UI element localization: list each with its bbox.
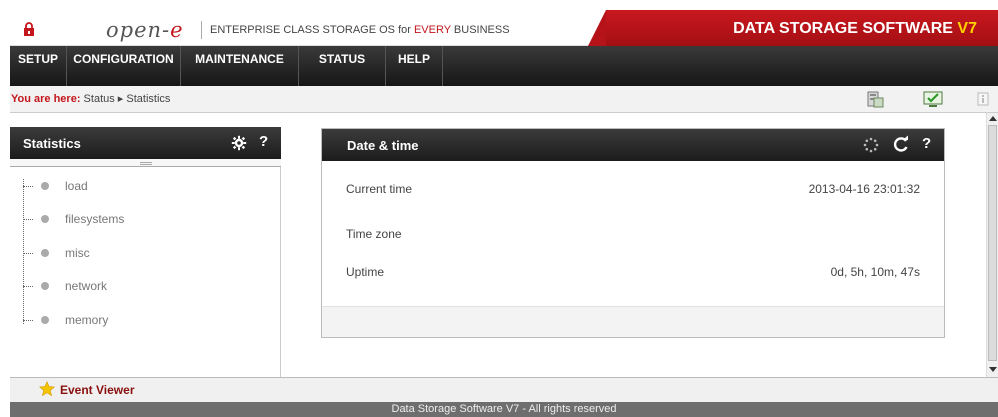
time-zone-row: Time zone (346, 227, 920, 245)
statistics-panel-header: Statistics ? (10, 127, 281, 159)
panel-splitter[interactable] (10, 159, 281, 167)
breadcrumb-label: You are here: (11, 93, 81, 105)
vertical-scrollbar[interactable] (986, 113, 998, 377)
main-menu: SETUP CONFIGURATION MAINTENANCE STATUS H… (10, 46, 998, 86)
tree-item-network[interactable]: network (10, 277, 281, 297)
uptime-value: 0d, 5h, 10m, 47s (830, 265, 920, 279)
menu-maintenance[interactable]: MAINTENANCE (181, 46, 299, 86)
gear-icon[interactable] (231, 135, 247, 151)
bullet-icon (41, 249, 49, 257)
date-time-title: Date & time (347, 138, 419, 153)
star-icon[interactable] (39, 381, 55, 397)
tree-branch (23, 186, 33, 187)
server-icon[interactable] (865, 89, 885, 109)
tagline-prefix: ENTERPRISE CLASS STORAGE OS for (210, 24, 414, 36)
footer-text: Data Storage Software V7 - All rights re… (391, 403, 617, 415)
bullet-icon (41, 182, 49, 190)
uptime-row: Uptime 0d, 5h, 10m, 47s (346, 265, 920, 283)
loading-spinner-icon (863, 137, 879, 153)
product-name-text: DATA STORAGE SOFTWARE (733, 20, 958, 37)
time-zone-label: Time zone (346, 227, 402, 241)
tagline-suffix: BUSINESS (450, 24, 510, 36)
tree-item-label: filesystems (65, 212, 125, 226)
breadcrumb: You are here: Status ▸ Statistics (11, 92, 170, 105)
menu-help[interactable]: HELP (386, 46, 443, 86)
logo: open-e (106, 18, 184, 42)
breadcrumb-statistics: Statistics (123, 93, 171, 105)
content-area: Date & time ? Current time 2013-04-16 23… (282, 113, 986, 377)
tree-item-label: memory (65, 313, 109, 327)
product-banner: DATA STORAGE SOFTWARE V7 (588, 10, 998, 46)
uptime-label: Uptime (346, 265, 385, 279)
bullet-icon (41, 316, 49, 324)
tree-branch (23, 320, 33, 321)
menu-configuration[interactable]: CONFIGURATION (67, 46, 181, 86)
lock-icon[interactable] (23, 22, 35, 36)
tree-item-load[interactable]: load (10, 177, 281, 197)
logo-e: e (170, 18, 184, 42)
current-time-label: Current time (346, 182, 413, 196)
date-time-header: Date & time ? (322, 129, 944, 161)
footer: Data Storage Software V7 - All rights re… (10, 402, 998, 417)
breadcrumb-status[interactable]: Status (81, 93, 118, 105)
logo-text: open- (106, 18, 171, 42)
date-time-help-icon[interactable]: ? (922, 135, 931, 152)
top-strip (0, 0, 998, 10)
app-window: open-e ENTERPRISE CLASS STORAGE OS for E… (0, 0, 998, 417)
tree-item-label: load (65, 179, 88, 193)
monitor-check-icon[interactable] (923, 89, 943, 109)
tagline: ENTERPRISE CLASS STORAGE OS for EVERY BU… (201, 21, 510, 39)
tree-item-filesystems[interactable]: filesystems (10, 210, 281, 230)
date-time-panel: Date & time ? Current time 2013-04-16 23… (321, 128, 945, 338)
tree-item-misc[interactable]: misc (10, 244, 281, 264)
statistics-help-icon[interactable]: ? (259, 133, 268, 150)
statistics-panel: Statistics ? load filesystems misc netwo… (10, 127, 281, 377)
tree-branch (23, 219, 33, 220)
info-icon[interactable] (973, 89, 993, 109)
menu-status[interactable]: STATUS (299, 46, 386, 86)
current-time-value: 2013-04-16 23:01:32 (808, 182, 920, 196)
bottom-bar: Event Viewer (10, 377, 998, 402)
scroll-down-icon[interactable] (989, 367, 997, 372)
scroll-up-icon[interactable] (989, 116, 997, 121)
header: open-e ENTERPRISE CLASS STORAGE OS for E… (10, 10, 998, 46)
product-name: DATA STORAGE SOFTWARE V7 (733, 20, 977, 38)
statistics-panel-title: Statistics (23, 136, 81, 151)
event-viewer-link[interactable]: Event Viewer (60, 383, 134, 397)
tree-item-memory[interactable]: memory (10, 311, 281, 331)
product-version: V7 (957, 20, 977, 37)
bullet-icon (41, 215, 49, 223)
tree-branch (23, 253, 33, 254)
date-time-footer (322, 306, 944, 337)
splitter-grip-icon[interactable] (140, 162, 152, 165)
breadcrumb-bar: You are here: Status ▸ Statistics (10, 86, 998, 113)
tagline-highlight: EVERY (413, 24, 451, 36)
refresh-icon[interactable] (893, 135, 909, 153)
menu-setup[interactable]: SETUP (10, 46, 67, 86)
tree-branch (23, 286, 33, 287)
current-time-row: Current time 2013-04-16 23:01:32 (346, 182, 920, 200)
bullet-icon (41, 282, 49, 290)
tree-item-label: network (65, 279, 108, 293)
scroll-thumb[interactable] (988, 125, 997, 361)
tree-item-label: misc (65, 246, 90, 260)
